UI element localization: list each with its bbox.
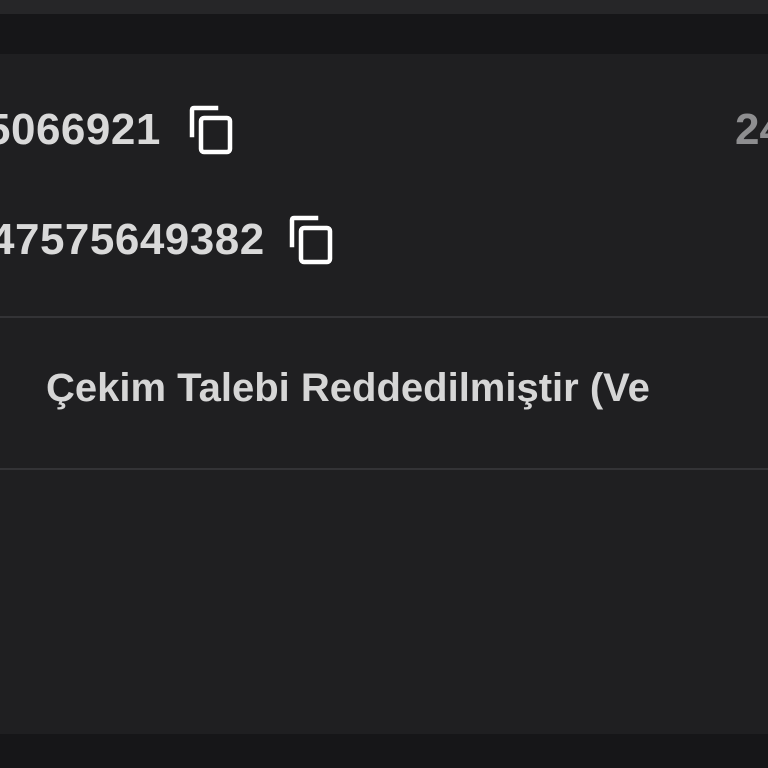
amount-value: 24: [735, 105, 768, 154]
transaction-card: 5066921 24 47575649382 Çekim Talebi Redd…: [0, 54, 768, 734]
status-message: Çekim Talebi Reddedilmiştir (Ve: [46, 366, 650, 410]
copy-icon: [289, 215, 332, 265]
divider: [0, 468, 768, 470]
primary-id-row: 5066921: [0, 100, 235, 160]
status-strip: [0, 0, 768, 14]
header-bar: [0, 14, 768, 54]
primary-id-value: 5066921: [0, 105, 161, 154]
divider: [0, 316, 768, 318]
secondary-id-value: 47575649382: [0, 215, 265, 264]
transaction-screen: 5066921 24 47575649382 Çekim Talebi Redd…: [0, 0, 768, 768]
copy-secondary-id-button[interactable]: [287, 215, 335, 265]
copy-icon: [189, 105, 233, 155]
copy-primary-id-button[interactable]: [187, 105, 235, 155]
secondary-id-row: 47575649382: [0, 210, 335, 270]
footer-bar: [0, 734, 768, 768]
